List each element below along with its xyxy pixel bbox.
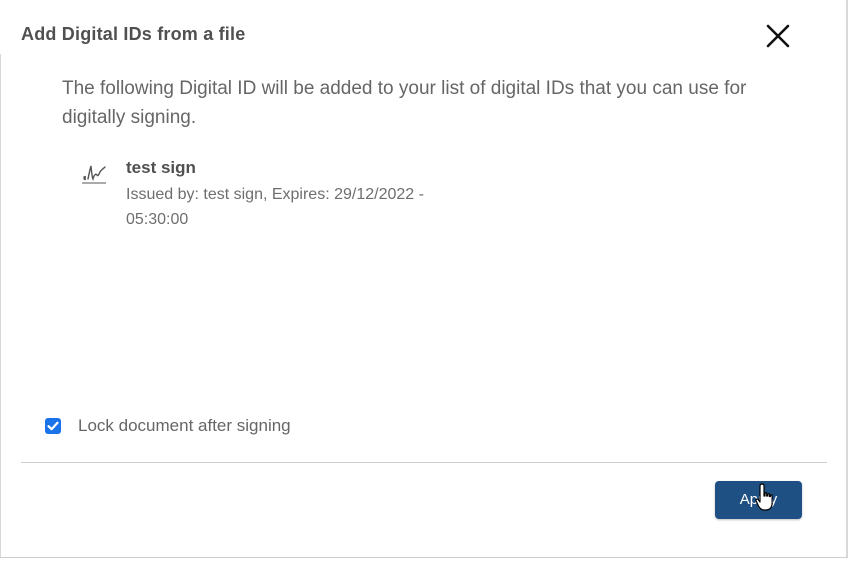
digital-id-name: test sign xyxy=(126,158,196,177)
close-icon xyxy=(766,24,790,48)
close-button[interactable] xyxy=(762,20,794,52)
dialog-border-left xyxy=(0,54,1,558)
apply-button[interactable]: Apply xyxy=(715,481,802,519)
checkmark-icon xyxy=(47,421,59,431)
dialog-title: Add Digital IDs from a file xyxy=(21,24,246,44)
dialog-description: The following Digital ID will be added t… xyxy=(62,78,747,128)
add-digital-id-dialog: Add Digital IDs from a file The followin… xyxy=(0,0,848,558)
page-background xyxy=(0,558,848,588)
digital-id-details: Issued by: test sign, Expires: 29/12/202… xyxy=(126,186,424,228)
lock-document-label[interactable]: Lock document after signing xyxy=(78,416,291,436)
signature-icon xyxy=(80,160,108,188)
lock-document-checkbox[interactable] xyxy=(45,418,61,434)
footer-divider xyxy=(21,462,827,463)
